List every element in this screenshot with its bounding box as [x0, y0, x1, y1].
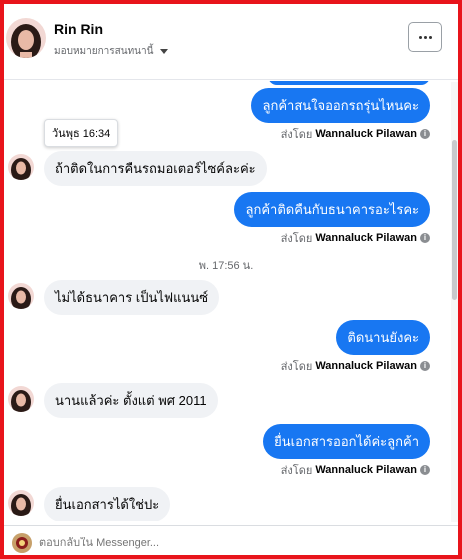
date-divider: พ. 17:56 น. — [198, 260, 254, 272]
info-icon[interactable]: i — [420, 129, 430, 139]
contact-avatar-small[interactable] — [8, 283, 34, 309]
message-bubble-incoming[interactable]: ไม่ได้ธนาคาร เป็นไฟแนนซ์ — [44, 280, 220, 315]
sent-by-label: ส่งโดย Wannaluck Pilawan i — [281, 461, 430, 479]
conversation-header: Rin Rin มอบหมายการสนทนานี้ — [4, 4, 458, 80]
contact-name[interactable]: Rin Rin — [54, 21, 103, 37]
contact-avatar[interactable] — [6, 18, 46, 58]
message-thread: ลูกค้าสนใจออกรถรุ่นไหนคะ ส่งโดย Wannaluc… — [4, 81, 448, 521]
sent-by-agent[interactable]: Wannaluck Pilawan — [315, 232, 417, 244]
timestamp-tooltip: วันพุธ 16:34 — [44, 119, 119, 147]
caret-down-icon — [160, 49, 169, 54]
scrollbar[interactable] — [451, 82, 458, 522]
message-bubble-incoming[interactable]: ถ้าติดในการคืนรถมอเตอร์ไซค์ละค่ะ — [44, 151, 267, 186]
assign-conversation-dropdown[interactable]: มอบหมายการสนทนานี้ — [54, 44, 169, 59]
messenger-avatar-icon — [12, 532, 32, 553]
more-dots-icon — [418, 35, 422, 39]
info-icon[interactable]: i — [420, 233, 430, 243]
sent-by-label: ส่งโดย Wannaluck Pilawan i — [281, 357, 430, 375]
reply-composer — [4, 525, 458, 555]
message-bubble-outgoing[interactable]: ลูกค้าติดคืนกับธนาคารอะไรคะ — [234, 192, 430, 227]
sent-by-label: ส่งโดย Wannaluck Pilawan i — [281, 229, 430, 247]
sent-by-agent[interactable]: Wannaluck Pilawan — [315, 360, 417, 372]
message-bubble-clipped — [268, 81, 430, 85]
sent-by-label: ส่งโดย Wannaluck Pilawan i — [281, 125, 430, 143]
message-bubble-incoming[interactable]: นานแล้วค่ะ ตั้งแต่ พศ 2011 — [44, 383, 218, 418]
contact-avatar-small[interactable] — [8, 490, 34, 516]
contact-avatar-small[interactable] — [8, 154, 34, 180]
info-icon[interactable]: i — [420, 361, 430, 371]
assign-label: มอบหมายการสนทนานี้ — [54, 46, 154, 57]
message-bubble-outgoing[interactable]: ติดนานยังคะ — [336, 320, 430, 355]
more-options-button[interactable] — [408, 22, 442, 52]
message-bubble-outgoing[interactable]: ลูกค้าสนใจออกรถรุ่นไหนคะ — [251, 88, 430, 123]
contact-avatar-small[interactable] — [8, 386, 34, 412]
scrollbar-thumb[interactable] — [452, 140, 457, 300]
message-bubble-incoming[interactable]: ยื่นเอกสารได้ใช่ปะ — [44, 487, 171, 521]
window-frame: Rin Rin มอบหมายการสนทนานี้ ลูกค้าสนใจออก… — [0, 0, 462, 559]
message-bubble-outgoing[interactable]: ยื่นเอกสารออกได้ค่ะลูกค้า — [263, 424, 430, 459]
info-icon[interactable]: i — [420, 465, 430, 475]
sent-by-agent[interactable]: Wannaluck Pilawan — [315, 464, 417, 476]
reply-input[interactable] — [39, 536, 419, 549]
sent-by-agent[interactable]: Wannaluck Pilawan — [315, 128, 417, 140]
